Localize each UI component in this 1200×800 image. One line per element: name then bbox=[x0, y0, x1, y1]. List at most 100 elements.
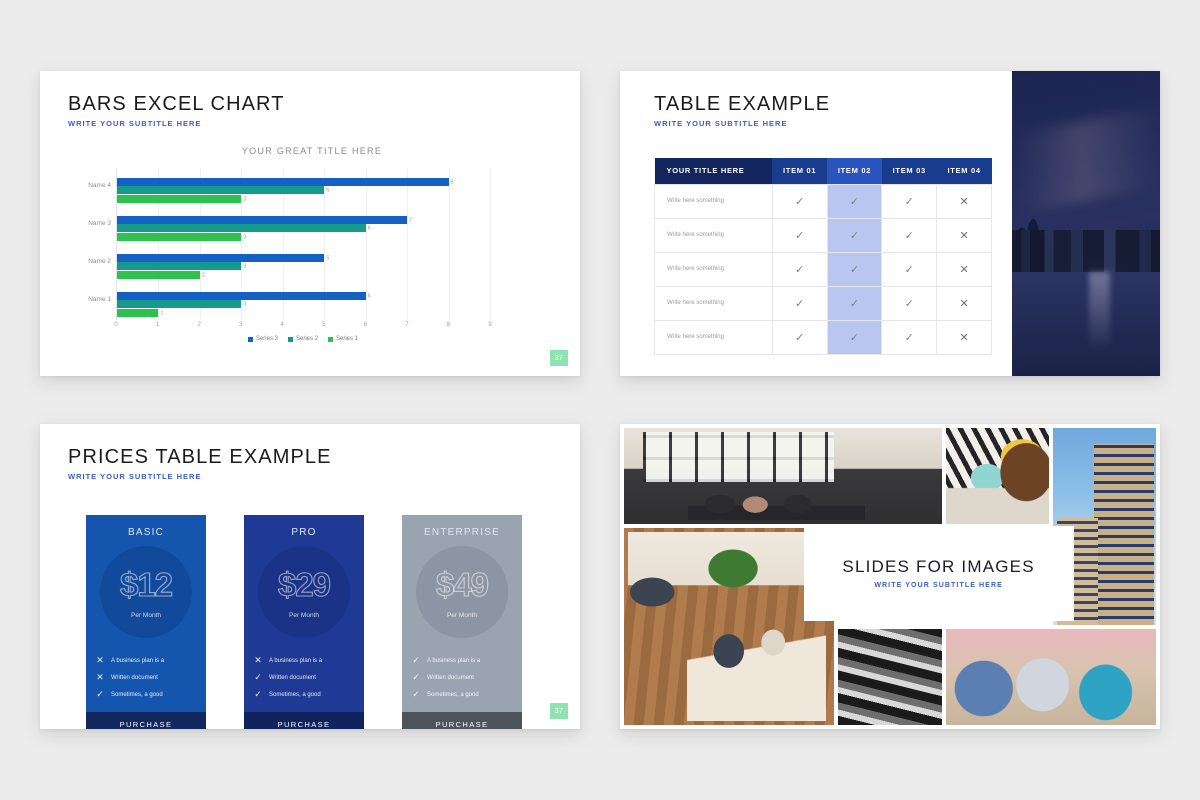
chart-bar: 8 bbox=[117, 177, 454, 186]
chart-bar: 3 bbox=[117, 233, 246, 241]
table-header-item[interactable]: ITEM 02 bbox=[827, 158, 882, 184]
plan-feature: ✓ Sometimes, a good bbox=[412, 686, 516, 703]
pricing-card[interactable]: PRO $29 Per Month ✕ A business plan is a ✓ Wri… bbox=[244, 515, 364, 729]
plan-feature-label: Sometimes, a good bbox=[111, 691, 163, 698]
table-cell: ✓ bbox=[826, 251, 883, 287]
chart-legend-item[interactable]: Series 2 bbox=[287, 336, 318, 342]
chart-x-tick: 1 bbox=[155, 322, 160, 328]
plan-price: $12 bbox=[119, 565, 173, 603]
chart-bar-value: 6 bbox=[367, 293, 371, 300]
purchase-button[interactable]: PURCHASE bbox=[86, 712, 206, 729]
chart-x-tick: 3 bbox=[238, 322, 243, 328]
table-cell: ✓ bbox=[826, 183, 883, 219]
table-cell: ✕ bbox=[936, 183, 992, 219]
woman-on-sofa-with-phone-photo bbox=[945, 428, 1049, 525]
plan-feature-label: A business plan is a bbox=[427, 657, 481, 664]
table-row[interactable]: Write here something ✓ ✓ ✓ ✕ bbox=[654, 251, 992, 287]
chart-bar-value: 1 bbox=[160, 310, 164, 317]
chart-x-tick: 7 bbox=[405, 322, 409, 328]
check-icon: ✓ bbox=[795, 196, 805, 208]
table-row[interactable]: Write here something ✓ ✓ ✓ ✕ bbox=[654, 319, 992, 355]
chart-bar: 5 bbox=[117, 253, 329, 262]
cross-icon: ✕ bbox=[96, 672, 104, 682]
page-subtitle: WRITE YOUR SUBTITLE HERE bbox=[654, 119, 788, 128]
check-icon: ✓ bbox=[849, 230, 860, 242]
plan-body: $49 Per Month ✓ A business plan is a ✓ Writte… bbox=[402, 544, 522, 712]
table-row[interactable]: Write here something ✓ ✓ ✓ ✕ bbox=[654, 217, 992, 253]
purchase-button[interactable]: PURCHASE bbox=[244, 712, 364, 729]
table-cell: ✓ bbox=[826, 319, 883, 355]
table-header-item[interactable]: ITEM 04 bbox=[936, 158, 992, 184]
legend-label: Series 2 bbox=[295, 336, 318, 342]
slide-table-example[interactable]: TABLE EXAMPLE WRITE YOUR SUBTITLE HERE Y… bbox=[620, 71, 1160, 376]
legend-label: Series 3 bbox=[255, 336, 278, 342]
table-row[interactable]: Write here something ✓ ✓ ✓ ✕ bbox=[654, 183, 992, 219]
table-head: YOUR TITLE HERE ITEM 01 ITEM 02 ITEM 03 ITEM… bbox=[654, 158, 992, 184]
chart-title: YOUR GREAT TITLE HERE bbox=[241, 146, 383, 156]
table-cell: ✕ bbox=[936, 319, 992, 355]
legend-label: Series 1 bbox=[336, 336, 359, 342]
table-cell: ✓ bbox=[881, 285, 938, 321]
chart-legend-item[interactable]: Series 3 bbox=[247, 336, 278, 342]
check-icon: ✓ bbox=[795, 264, 805, 276]
chart-legend: Series 3 Series 2 Series 1 bbox=[116, 336, 490, 342]
plan-name: ENTERPRISE bbox=[424, 527, 500, 538]
chart-category-label: Name 3 bbox=[88, 220, 111, 227]
table-cell: ✕ bbox=[936, 251, 992, 287]
chart-bar-value: 3 bbox=[243, 263, 247, 270]
chart-legend-item[interactable]: Series 1 bbox=[328, 336, 358, 342]
comparison-table[interactable]: YOUR TITLE HERE ITEM 01 ITEM 02 ITEM 03 ITEM… bbox=[654, 158, 992, 355]
table-header-row: YOUR TITLE HERE ITEM 01 ITEM 02 ITEM 03 ITEM… bbox=[654, 158, 992, 184]
water-surface bbox=[1012, 272, 1160, 376]
cross-icon: ✕ bbox=[959, 196, 969, 208]
page-subtitle: WRITE YOUR SUBTITLE HERE bbox=[68, 119, 202, 128]
pricing-card[interactable]: ENTERPRISE $49 Per Month ✓ A business plan i… bbox=[402, 515, 522, 729]
purchase-button[interactable]: PURCHASE bbox=[402, 712, 522, 729]
check-icon: ✓ bbox=[96, 689, 104, 699]
plan-body: $29 Per Month ✕ A business plan is a ✓ Writte… bbox=[244, 544, 364, 712]
check-icon: ✓ bbox=[904, 196, 914, 208]
table-cell: ✓ bbox=[826, 285, 883, 321]
table-row[interactable]: Write here something ✓ ✓ ✓ ✕ bbox=[654, 285, 992, 321]
images-title-overlay: SLIDES FOR IMAGES WRITE YOUR SUBTITLE HE… bbox=[803, 526, 1074, 621]
chart-bar-value: 5 bbox=[326, 187, 330, 194]
slide-prices-table-example[interactable]: PRICES TABLE EXAMPLE WRITE YOUR SUBTITLE… bbox=[40, 424, 580, 729]
check-icon: ✓ bbox=[849, 298, 860, 310]
table-cell: ✓ bbox=[881, 251, 938, 287]
chart-category-group: Name 3 3 6 7 bbox=[88, 213, 490, 241]
slide-heading: BARS EXCEL CHART WRITE YOUR SUBTITLE HER… bbox=[68, 93, 556, 128]
check-icon: ✓ bbox=[849, 332, 860, 344]
plan-feature-label: Written document bbox=[269, 674, 316, 681]
skyline-silhouette bbox=[1012, 229, 1160, 273]
cross-icon: ✕ bbox=[959, 230, 969, 242]
photo-grid: SLIDES FOR IMAGES WRITE YOUR SUBTITLE HE… bbox=[620, 424, 1160, 729]
table-header-title[interactable]: YOUR TITLE HERE bbox=[654, 158, 773, 184]
table-slide-content: TABLE EXAMPLE WRITE YOUR SUBTITLE HERE Y… bbox=[620, 71, 1012, 376]
plan-name: PRO bbox=[291, 527, 317, 538]
table-row-label: Write here something bbox=[654, 217, 773, 253]
chart-bar: 3 bbox=[117, 262, 246, 271]
chart-bar: 6 bbox=[117, 224, 371, 233]
check-icon: ✓ bbox=[795, 332, 805, 344]
slide-deck: BARS EXCEL CHART WRITE YOUR SUBTITLE HER… bbox=[0, 0, 1200, 800]
table-header-item[interactable]: ITEM 01 bbox=[772, 158, 828, 184]
chart-plot-area: Name 1 1 3 6 Name 2 2 3 5 Name 3 3 6 7 Name 4 3 5 8 bbox=[88, 168, 491, 320]
chart-bar: 5 bbox=[117, 186, 329, 195]
plan-price: $49 bbox=[435, 565, 489, 603]
plan-period: Per Month bbox=[447, 612, 477, 619]
slide-bars-excel-chart[interactable]: BARS EXCEL CHART WRITE YOUR SUBTITLE HER… bbox=[40, 71, 580, 376]
table-row-label: Write here something bbox=[654, 285, 773, 321]
legend-swatch-icon bbox=[247, 336, 253, 342]
chart-x-tick: 8 bbox=[446, 322, 451, 328]
office-lounge-meeting-photo bbox=[624, 428, 942, 525]
cross-icon: ✕ bbox=[959, 264, 969, 276]
pricing-card[interactable]: BASIC $12 Per Month ✕ A business plan is a ✕ W… bbox=[86, 515, 206, 729]
slide-heading: PRICES TABLE EXAMPLE WRITE YOUR SUBTITLE… bbox=[68, 446, 580, 481]
table-cell: ✓ bbox=[771, 251, 828, 287]
table-header-item[interactable]: ITEM 03 bbox=[881, 158, 937, 184]
chart-bar: 3 bbox=[117, 195, 246, 203]
slide-images[interactable]: SLIDES FOR IMAGES WRITE YOUR SUBTITLE HE… bbox=[620, 424, 1160, 729]
plan-features: ✕ A business plan is a ✕ Written document ✓ S… bbox=[96, 652, 200, 703]
table-cell: ✓ bbox=[826, 217, 883, 253]
chart-bar: 1 bbox=[117, 309, 164, 317]
